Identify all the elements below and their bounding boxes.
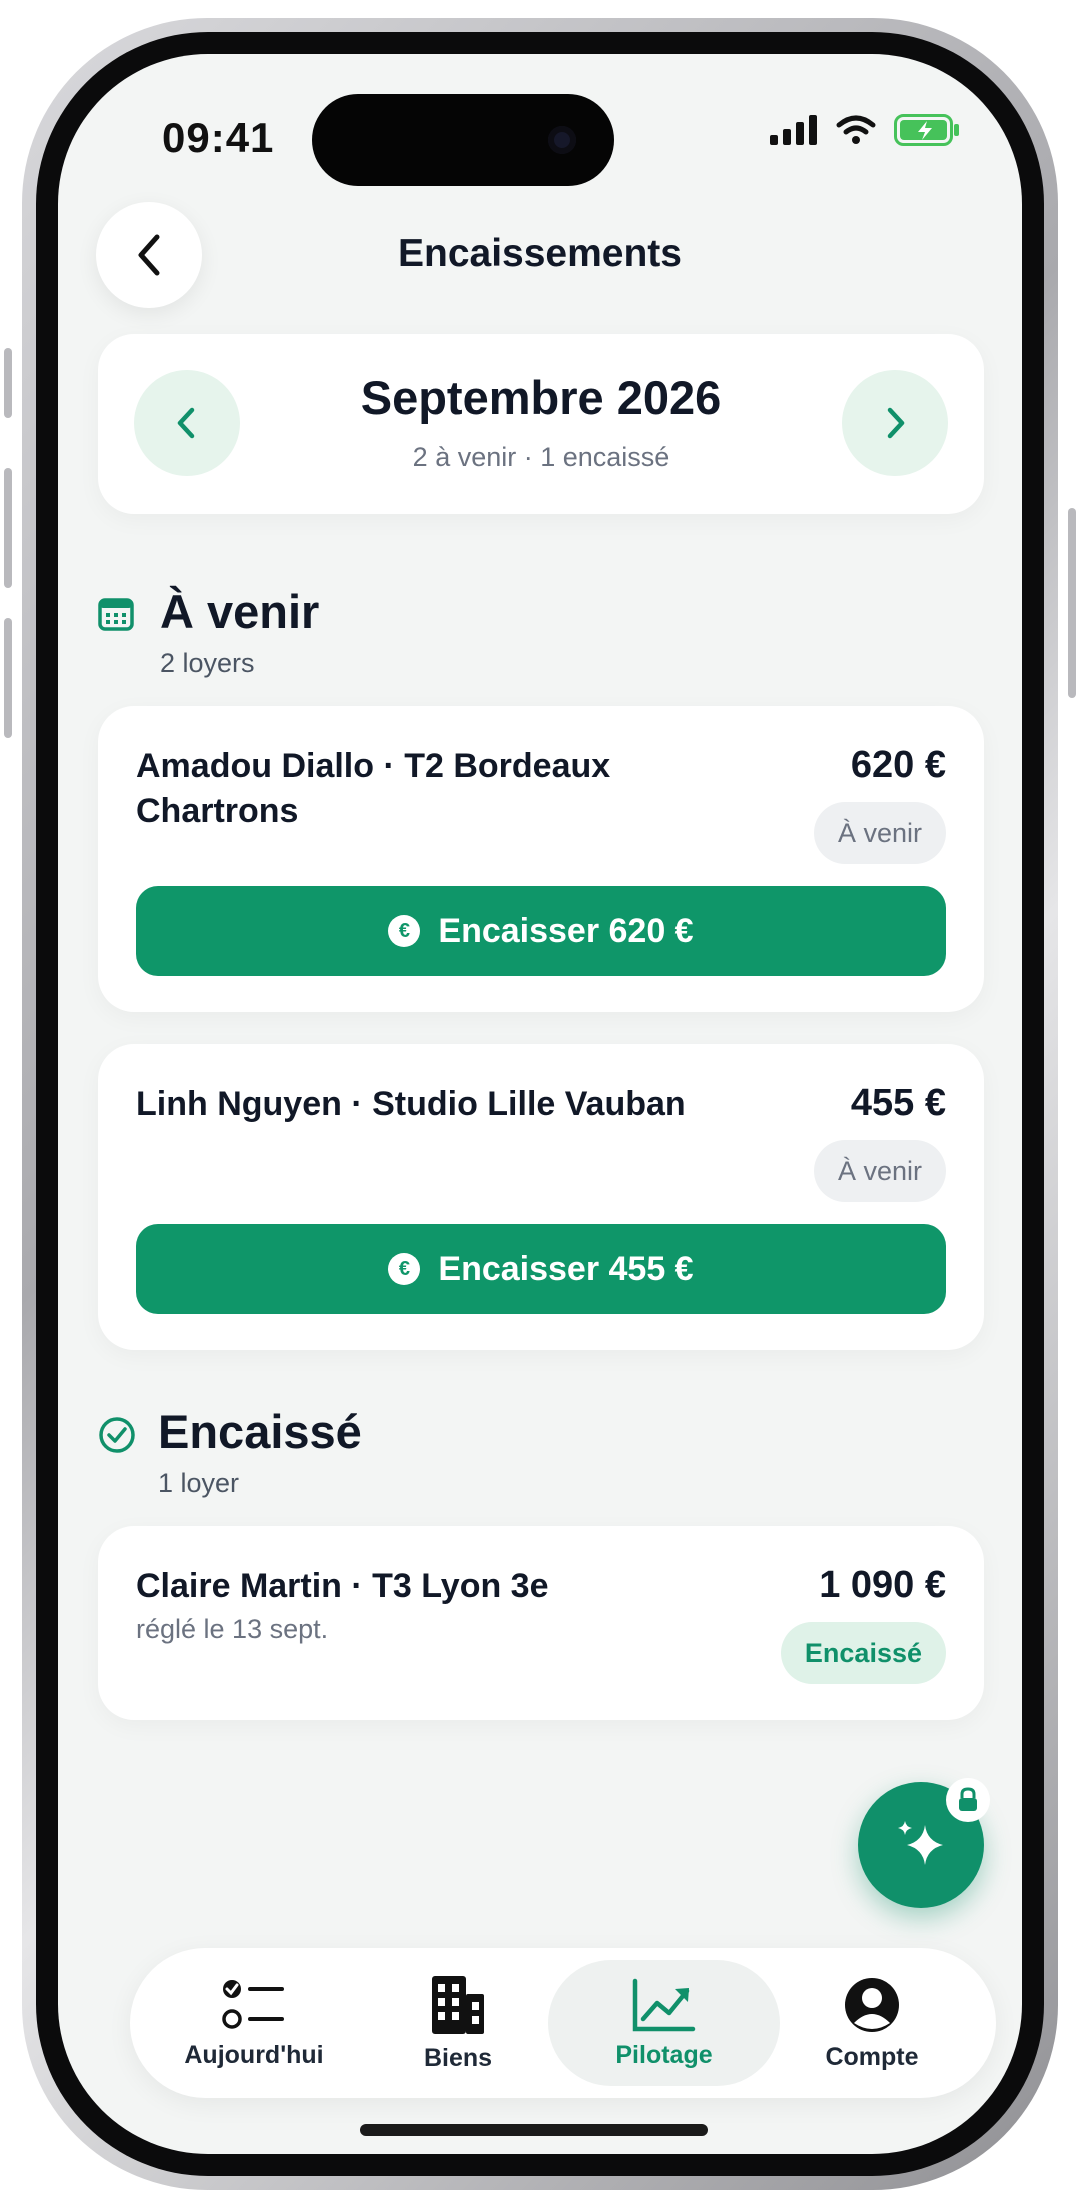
tab-label: Biens <box>423 2043 493 2072</box>
bottom-tab-bar: Aujourd'hui Biens Pilotage Compte <box>130 1948 996 2098</box>
signal-icon <box>770 115 817 145</box>
chart-trend-icon <box>632 1978 696 2031</box>
tab-pilotage[interactable]: Pilotage <box>548 1960 780 2086</box>
sparkles-icon <box>898 1821 943 1865</box>
status-badge: Encaissé <box>780 1622 946 1684</box>
building-icon <box>432 1975 484 2034</box>
volume-down-button <box>4 618 12 738</box>
rent-card[interactable]: Amadou Diallo · T2 Bordeaux Chartrons 62… <box>98 706 984 1012</box>
tab-label: Aujourd'hui <box>184 2040 324 2069</box>
page-title: Encaissements <box>398 232 682 275</box>
rent-card[interactable]: Linh Nguyen · Studio Lille Vauban 455 € … <box>98 1044 984 1350</box>
power-button <box>1068 508 1076 698</box>
collect-rent-button[interactable]: € Encaisser 455 € <box>136 1224 946 1314</box>
section-count: 1 loyer <box>158 1468 240 1498</box>
section-title: À venir <box>160 585 320 638</box>
check-circle-icon <box>99 1417 135 1453</box>
calendar-icon <box>98 598 134 631</box>
rent-paid-date: réglé le 13 sept. <box>136 1614 329 1644</box>
collect-rent-label: Encaisser 455 € <box>438 1249 694 1288</box>
bezel: 09:41 Encaissements Septembre 2026 2 à v… <box>36 32 1044 2176</box>
month-selector-card: Septembre 2026 2 à venir · 1 encaissé <box>98 334 984 514</box>
volume-up-button <box>4 468 12 588</box>
home-indicator[interactable] <box>360 2124 708 2136</box>
euro-icon: € <box>388 915 421 947</box>
status-badge: À venir <box>813 802 946 864</box>
phone-frame: 09:41 Encaissements Septembre 2026 2 à v… <box>4 18 1076 2190</box>
rent-tenant-property: Linh Nguyen · Studio Lille Vauban <box>136 1085 686 1123</box>
section-title: Encaissé <box>158 1405 362 1458</box>
dynamic-island <box>312 94 614 186</box>
collect-rent-button[interactable]: € Encaisser 620 € <box>136 886 946 976</box>
section-count: 2 loyers <box>160 648 255 678</box>
rent-amount: 620 € <box>850 744 946 786</box>
collect-rent-label: Encaisser 620 € <box>438 911 694 950</box>
tab-label: Pilotage <box>615 2040 713 2069</box>
next-month-button[interactable] <box>842 370 948 476</box>
screen: 09:41 Encaissements Septembre 2026 2 à v… <box>58 54 1022 2154</box>
rent-card[interactable]: Claire Martin · T3 Lyon 3e réglé le 13 s… <box>98 1526 984 1720</box>
assistant-fab-button[interactable] <box>858 1778 990 1908</box>
rent-tenant-property: Claire Martin · T3 Lyon 3e <box>136 1567 549 1605</box>
euro-icon: € <box>388 1253 421 1285</box>
rent-amount: 455 € <box>850 1082 946 1124</box>
status-icons <box>770 114 960 146</box>
battery-icon <box>894 114 959 146</box>
wifi-icon <box>836 115 876 144</box>
status-badge: À venir <box>813 1140 946 1202</box>
tab-label: Compte <box>825 2042 919 2071</box>
chevron-right-icon <box>887 407 905 439</box>
tab-account[interactable]: Compte <box>770 1960 974 2086</box>
tab-properties[interactable]: Biens <box>356 1960 560 2086</box>
action-button <box>4 348 12 418</box>
camera-icon <box>548 126 576 154</box>
rent-amount: 1 090 € <box>819 1564 946 1606</box>
lock-badge <box>946 1778 990 1822</box>
checklist-icon <box>222 1979 284 2029</box>
tab-today[interactable]: Aujourd'hui <box>152 1960 356 2086</box>
lock-icon <box>959 1787 977 1811</box>
status-time: 09:41 <box>162 114 275 161</box>
status-bar: 09:41 <box>58 54 1022 204</box>
rent-tenant-property: Amadou Diallo · T2 Bordeaux Chartrons <box>136 747 611 830</box>
user-circle-icon <box>845 1977 899 2032</box>
